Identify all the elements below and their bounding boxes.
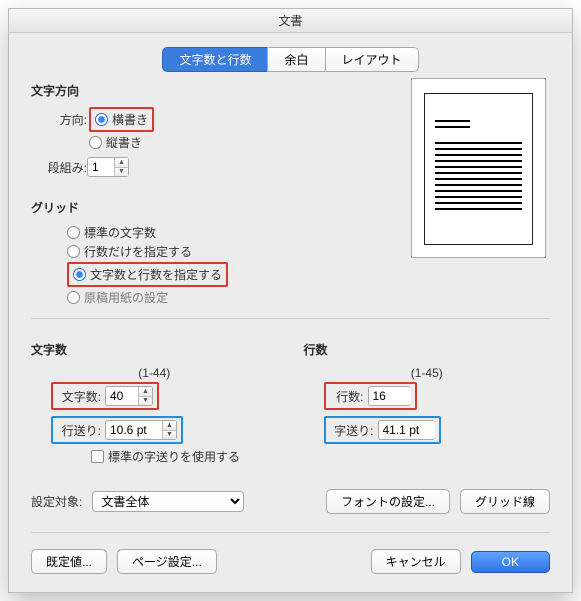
- line-count-field[interactable]: [368, 386, 411, 406]
- columns-step-down[interactable]: ▼: [115, 167, 128, 177]
- radio-grid-1-label: 行数だけを指定する: [84, 243, 192, 260]
- direction-label: 方向:: [43, 111, 87, 128]
- ok-button[interactable]: OK: [471, 551, 550, 573]
- font-settings-button[interactable]: フォントの設定...: [326, 489, 450, 514]
- char-pitch-input[interactable]: [106, 421, 162, 439]
- radio-grid-1[interactable]: [67, 245, 80, 258]
- char-pitch-label: 行送り:: [57, 422, 101, 439]
- radio-vertical-label: 縦書き: [106, 134, 142, 151]
- gridlines-button-label: グリッド線: [475, 493, 535, 510]
- tab-bar: 文字数と行数 余白 レイアウト: [9, 47, 572, 72]
- use-default-pitch-label: 標準の字送りを使用する: [108, 448, 240, 465]
- radio-horizontal[interactable]: [95, 113, 108, 126]
- gridlines-button[interactable]: グリッド線: [460, 489, 550, 514]
- radio-horizontal-label: 横書き: [112, 111, 148, 128]
- char-count-label: 文字数:: [57, 388, 101, 405]
- columns-label: 段組み:: [43, 159, 87, 176]
- char-pitch-down[interactable]: ▼: [163, 430, 176, 440]
- columns-input[interactable]: [88, 158, 114, 176]
- tab-margins[interactable]: 余白: [267, 47, 325, 72]
- tab-layout[interactable]: レイアウト: [325, 47, 419, 72]
- page-preview: [411, 78, 546, 258]
- section-line-title: 行数: [304, 341, 551, 358]
- char-count-stepper[interactable]: ▲ ▼: [105, 386, 153, 406]
- line-count-label: 行数:: [330, 388, 364, 405]
- line-pitch-label: 字送り:: [330, 422, 374, 439]
- radio-grid-2[interactable]: [73, 268, 86, 281]
- columns-stepper[interactable]: ▲ ▼: [87, 157, 129, 177]
- char-pitch-up[interactable]: ▲: [163, 421, 176, 430]
- cancel-button[interactable]: キャンセル: [371, 549, 461, 574]
- line-pitch-input[interactable]: [379, 421, 435, 439]
- section-char-title: 文字数: [31, 341, 278, 358]
- radio-grid-2-label: 文字数と行数を指定する: [90, 266, 222, 283]
- char-pitch-stepper[interactable]: ▲ ▼: [105, 420, 177, 440]
- apply-to-label: 設定対象:: [31, 493, 82, 510]
- line-range: (1-45): [411, 366, 443, 380]
- radio-grid-3-label: 原稿用紙の設定: [84, 289, 168, 306]
- line-count-input[interactable]: [369, 387, 411, 405]
- window-title: 文書: [9, 9, 572, 33]
- char-count-up[interactable]: ▲: [139, 387, 152, 396]
- radio-grid-0[interactable]: [67, 226, 80, 239]
- tab-chars-lines[interactable]: 文字数と行数: [162, 47, 268, 72]
- use-default-pitch-checkbox[interactable]: [91, 450, 104, 463]
- char-count-input[interactable]: [106, 387, 138, 405]
- char-count-down[interactable]: ▼: [139, 396, 152, 406]
- dialog-window: 文書 文字数と行数 余白 レイアウト 文字方向 方向:: [8, 8, 573, 593]
- radio-grid-3[interactable]: [67, 291, 80, 304]
- defaults-button[interactable]: 既定値...: [31, 549, 107, 574]
- page-setup-button[interactable]: ページ設定...: [117, 549, 217, 574]
- apply-to-select[interactable]: 文書全体: [92, 491, 244, 512]
- line-pitch-field[interactable]: [378, 420, 435, 440]
- radio-grid-0-label: 標準の文字数: [84, 224, 156, 241]
- columns-step-up[interactable]: ▲: [115, 158, 128, 167]
- char-range: (1-44): [138, 366, 170, 380]
- radio-vertical[interactable]: [89, 136, 102, 149]
